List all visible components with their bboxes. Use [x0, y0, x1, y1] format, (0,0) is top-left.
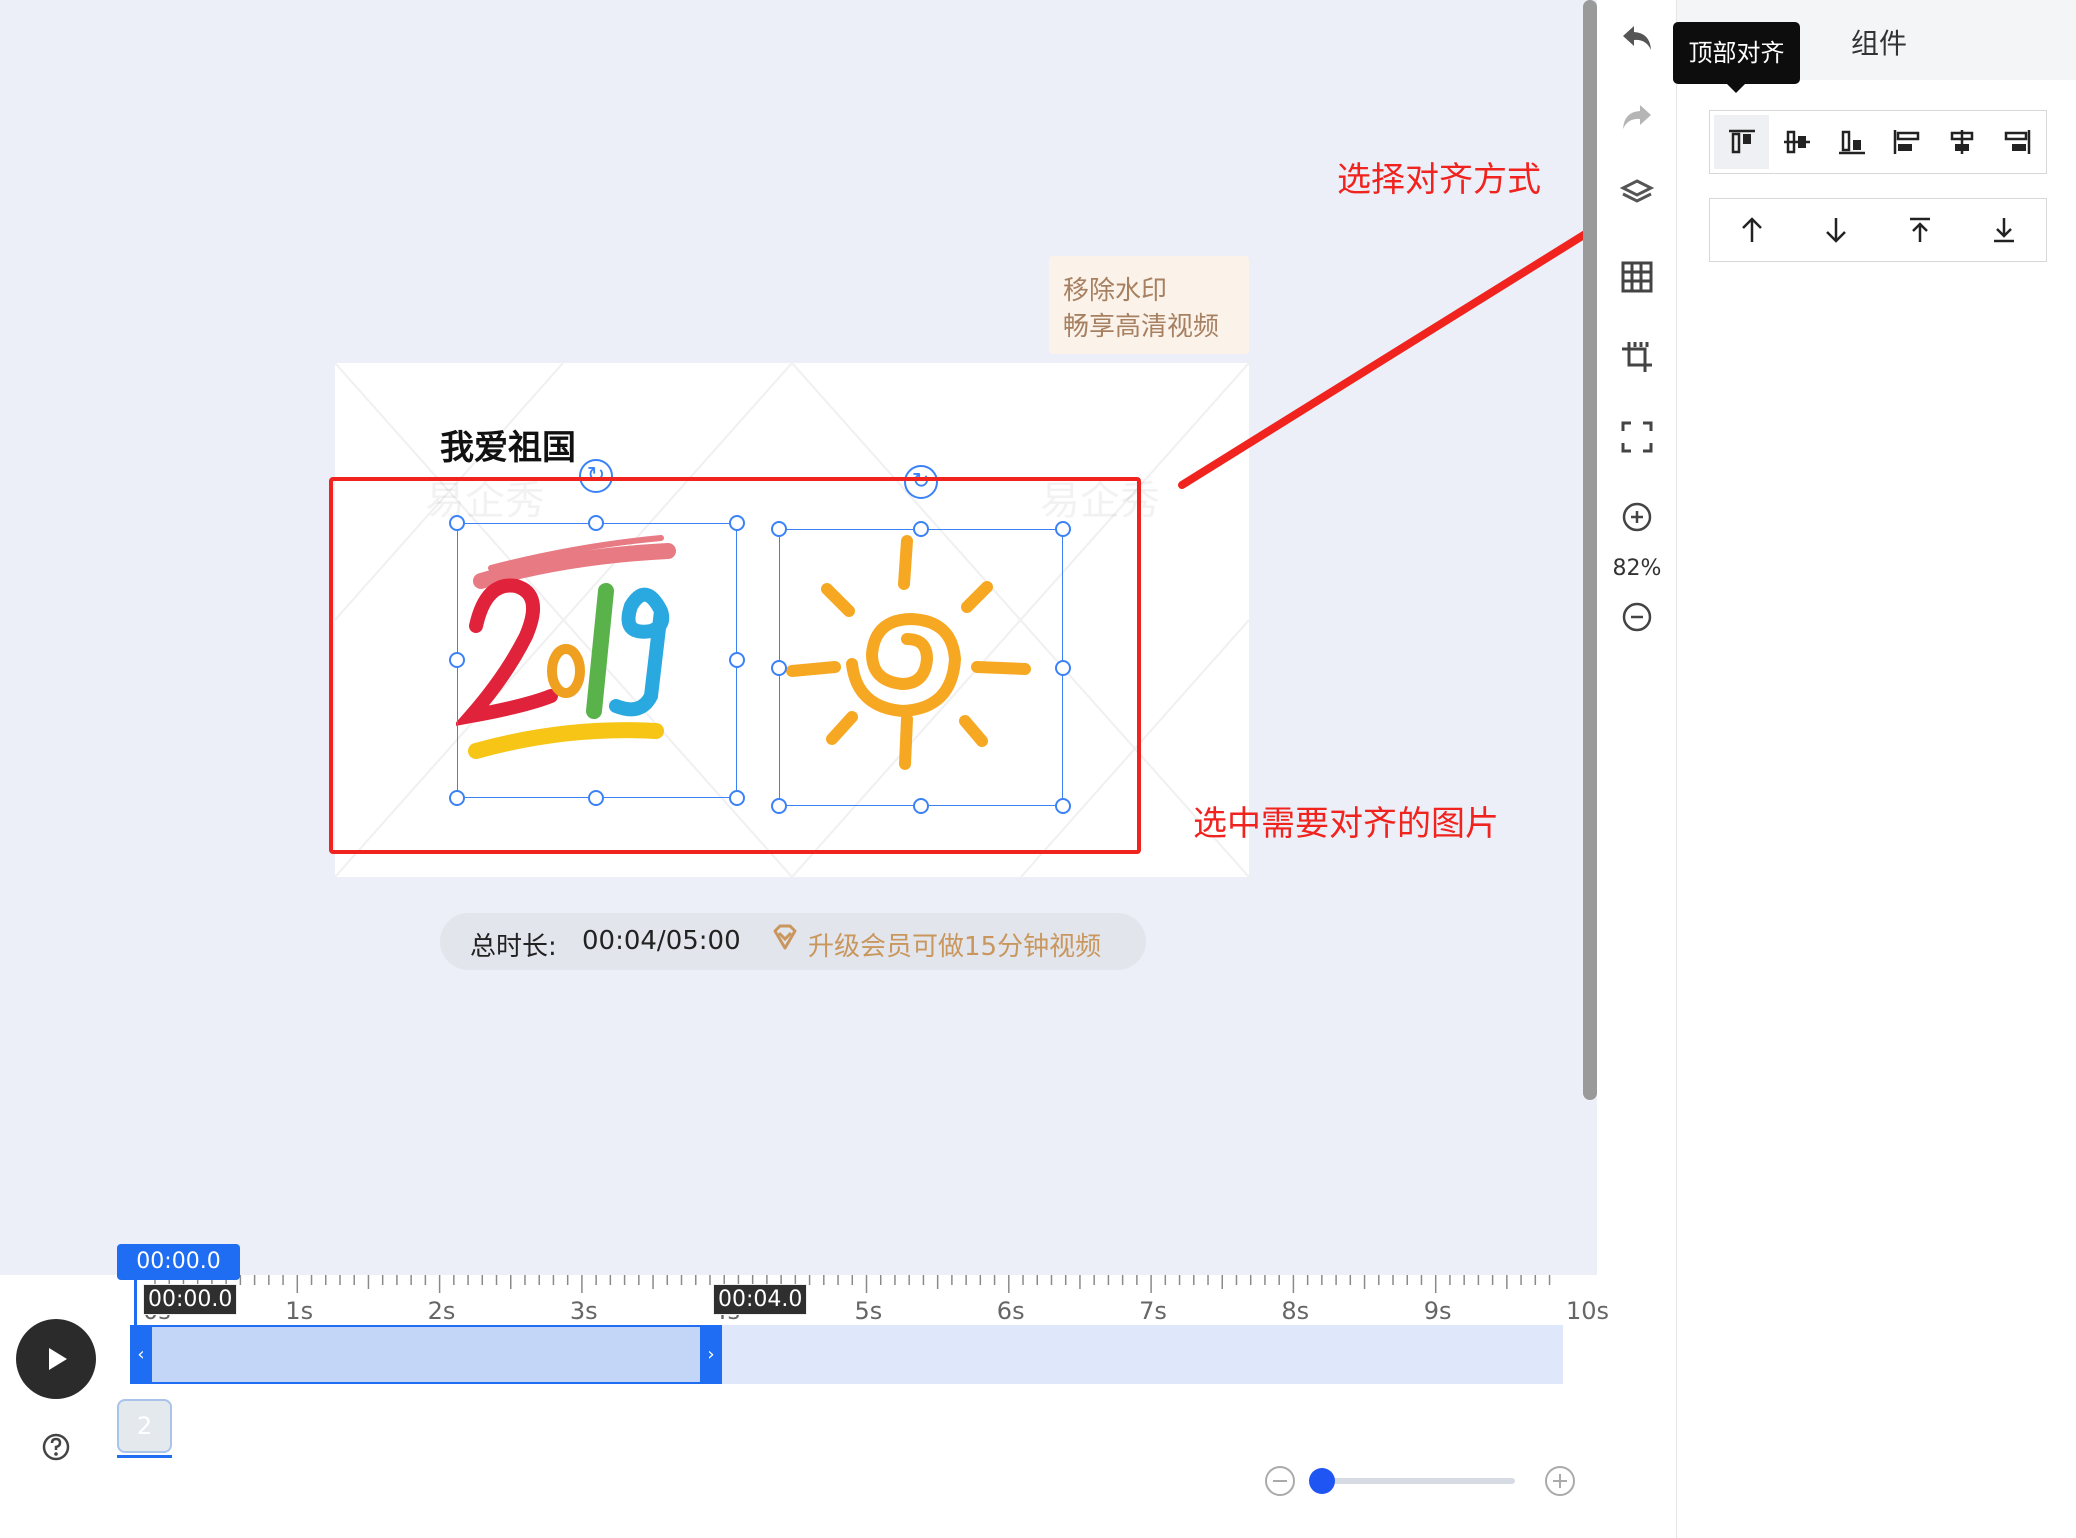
timeline-zoom-in-icon[interactable] — [1543, 1464, 1577, 1498]
tooltip-arrow — [1727, 84, 1745, 93]
zoom-level-text: 82% — [1612, 556, 1662, 581]
bring-to-front-button[interactable] — [1890, 203, 1950, 257]
timeline-ruler[interactable] — [143, 1275, 1563, 1325]
arrow-up-icon — [1742, 217, 1762, 242]
ruler-tick-label: 6s — [996, 1297, 1025, 1325]
ruler-tick-label: 8s — [1281, 1297, 1310, 1325]
move-down-button[interactable] — [1806, 203, 1866, 257]
playhead-line[interactable] — [134, 1280, 137, 1326]
diamond-icon — [773, 924, 797, 950]
ruler-tick-label: 9s — [1423, 1297, 1452, 1325]
duration-label: 总时长: — [470, 932, 557, 962]
align-left-icon — [1893, 130, 1919, 154]
ruler-tick-label: 1s — [285, 1297, 314, 1325]
layer-order-group — [1709, 198, 2047, 262]
canvas-title-text[interactable]: 我爱祖国 — [440, 420, 576, 469]
timeline-zoom-knob[interactable] — [1309, 1468, 1335, 1494]
zoom-out-icon[interactable] — [1617, 597, 1657, 637]
ruler-tick-label: 2s — [427, 1297, 456, 1325]
align-horizontal-center-button[interactable] — [1934, 115, 1989, 169]
align-bottom-icon — [1838, 130, 1865, 155]
align-horizontal-center-icon — [1950, 130, 1973, 154]
canvas-workspace: 移除水印 畅享高清视频 易企秀 易企秀 我爱祖国 ↻ ↻ 选择对齐方式 选中需要… — [0, 0, 1692, 1275]
ruler-tick-label: 7s — [1139, 1297, 1167, 1325]
align-bottom-button[interactable] — [1824, 115, 1879, 169]
play-button[interactable] — [16, 1319, 96, 1399]
layers-icon[interactable] — [1617, 173, 1657, 213]
fullscreen-icon[interactable] — [1617, 417, 1657, 457]
watermark-badge-line1: 移除水印 — [1063, 276, 1168, 306]
duration-value: 00:04/05:00 — [582, 926, 741, 956]
properties-panel: 组件 顶部对齐 — [1673, 0, 2076, 1538]
bring-to-front-icon — [1910, 217, 1930, 242]
clip-start-time: 00:00.0 — [143, 1284, 238, 1315]
timeline-zoom-out-icon[interactable] — [1263, 1464, 1297, 1498]
scene-thumbnail[interactable]: 2 — [117, 1399, 172, 1453]
tab-components[interactable]: 组件 — [1851, 22, 1907, 62]
playhead-time[interactable]: 00:00.0 — [117, 1244, 240, 1280]
scene-active-indicator — [117, 1455, 172, 1458]
ruler-tick-label: 10s — [1566, 1297, 1610, 1325]
annotation-choose-align: 选择对齐方式 — [1337, 160, 1541, 200]
align-button-group — [1709, 110, 2047, 174]
arrow-down-icon — [1826, 218, 1846, 243]
send-to-back-icon — [1994, 218, 2014, 243]
zoom-in-icon[interactable] — [1617, 497, 1657, 537]
timeline-clip[interactable]: ‹ › — [130, 1325, 722, 1384]
align-left-button[interactable] — [1879, 115, 1934, 169]
align-vertical-center-button[interactable] — [1769, 115, 1824, 169]
move-up-button[interactable] — [1722, 203, 1782, 257]
duration-bar: 总时长: 00:04/05:00 升级会员可做15分钟视频 — [440, 913, 1146, 970]
tooltip: 顶部对齐 — [1673, 22, 1800, 84]
clip-right-handle[interactable]: › — [700, 1325, 722, 1384]
timeline-zoom-slider[interactable] — [1310, 1478, 1515, 1484]
redo-icon[interactable] — [1617, 97, 1657, 137]
crop-icon[interactable] — [1617, 337, 1657, 377]
ruler-tick-label: 5s — [854, 1297, 883, 1325]
align-right-icon — [2004, 130, 2030, 154]
clip-end-time: 00:04.0 — [713, 1284, 808, 1315]
workspace-scrollbar[interactable] — [1583, 0, 1597, 1100]
play-icon — [49, 1348, 67, 1370]
align-vertical-center-icon — [1783, 130, 1810, 154]
annotation-highlight-box — [329, 477, 1141, 854]
ruler-tick-label: 3s — [569, 1297, 598, 1325]
timeline-panel: 0s1s2s3s4s5s6s7s8s9s10s ‹ › 00:00.0 00:0… — [0, 1244, 1609, 1538]
grid-icon[interactable] — [1617, 257, 1657, 297]
align-right-button[interactable] — [1989, 115, 2044, 169]
undo-icon[interactable] — [1617, 18, 1657, 58]
annotation-select-images: 选中需要对齐的图片 — [1193, 804, 1499, 844]
clip-left-handle[interactable]: ‹ — [130, 1325, 152, 1384]
align-top-button[interactable] — [1714, 115, 1769, 169]
help-icon[interactable] — [41, 1432, 71, 1462]
send-to-back-button[interactable] — [1974, 203, 2034, 257]
align-top-icon — [1728, 129, 1755, 154]
upgrade-member-link[interactable]: 升级会员可做15分钟视频 — [808, 926, 1101, 963]
